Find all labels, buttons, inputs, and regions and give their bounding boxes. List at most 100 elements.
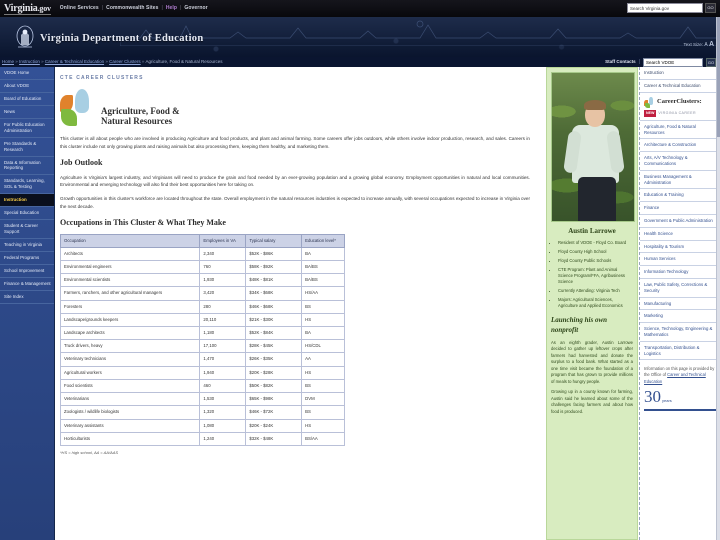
- page-eyebrow: CTE CAREER CLUSTERS: [60, 75, 144, 81]
- staff-contacts-link[interactable]: Staff Contacts: [605, 59, 636, 66]
- cluster-link-transportation-distribution-logistics[interactable]: Transportation, Distribution & Logistics: [640, 342, 720, 361]
- table-row: Truck drivers, heavy 17,100 $28K - $45K HS/…: [59, 339, 345, 354]
- table-cell: $21K - $30K: [245, 312, 303, 328]
- table-cell: 280: [199, 299, 247, 314]
- cluster-link-hospitality-tourism[interactable]: Hospitality & Tourism: [640, 241, 720, 254]
- table-column-header: Occupation: [59, 233, 201, 248]
- sidebar-item-board-of-education[interactable]: Board of Education: [0, 93, 54, 106]
- skyline-graphic: [120, 20, 720, 46]
- breadcrumb-item-career-clusters[interactable]: Career Clusters: [109, 59, 141, 64]
- vdoe-search-go-button[interactable]: GO: [706, 58, 716, 67]
- table-cell: AA: [301, 352, 345, 367]
- anniversary-sub: years: [662, 397, 672, 403]
- text-size-label: Text Size:: [683, 42, 704, 47]
- sidebar-item-finance-management[interactable]: Finance & Management: [0, 278, 54, 291]
- table-cell: $20K - $28K: [245, 365, 303, 380]
- outlook-paragraph-2: Growth opportunities in this cluster's w…: [60, 196, 530, 209]
- table-cell: 17,100: [199, 339, 247, 354]
- table-cell: 1,080: [199, 418, 247, 433]
- table-cell: 3,420: [199, 286, 247, 301]
- table-cell: Environmental engineers: [59, 259, 201, 275]
- breadcrumb-item-instruction[interactable]: Instruction: [19, 59, 40, 64]
- text-size-large-button[interactable]: A: [709, 41, 714, 48]
- sidebar-item-school-improvement[interactable]: School Improvement: [0, 265, 54, 278]
- table-row: Landscape architects 1,180 $52K - $84K BA: [59, 326, 345, 341]
- table-cell: BS: [301, 405, 345, 420]
- breadcrumb-item-home[interactable]: Home: [2, 59, 14, 64]
- rightnav-item-cte[interactable]: Career & Technical Education: [640, 80, 720, 93]
- virginia-gov-logo-text: Virginia: [4, 2, 38, 14]
- page-scrollbar[interactable]: [716, 17, 720, 540]
- cluster-link-agriculture-food-natural-resources[interactable]: Agriculture, Food & Natural Resources: [640, 121, 720, 140]
- topbar-link-governor[interactable]: Governor: [184, 5, 207, 12]
- virginia-gov-logo[interactable]: Virginia.gov: [4, 3, 51, 15]
- cluster-link-business-management-administration[interactable]: Business Management & Administration: [640, 171, 720, 190]
- cluster-link-arts-a-v-technology-communications[interactable]: Arts, A/V Technology & Communications: [640, 152, 720, 171]
- career-clusters-subrow: NEW VIRGINIA CAREER: [644, 109, 716, 117]
- virginia-gov-topbar: Virginia.gov Online Services | Commonwea…: [0, 0, 720, 17]
- table-row: Landscape/grounds keepers 20,110 $21K - $3…: [59, 312, 345, 328]
- text-size-small-button[interactable]: A: [704, 42, 707, 48]
- sidebar-item-for-public-education-administration[interactable]: For Public Education Administration: [0, 119, 54, 138]
- breadcrumb-separator: »: [15, 58, 18, 64]
- vdoe-title: Virginia Department of Education: [40, 33, 204, 44]
- anniversary-logo: 30 years: [640, 387, 720, 409]
- cluster-link-finance[interactable]: Finance: [640, 202, 720, 215]
- sidebar-item-teaching-in-virginia[interactable]: Teaching in Virginia: [0, 239, 54, 252]
- table-row: Zoologists / wildlife biologists 1,320 $46…: [59, 405, 345, 420]
- cluster-link-health-science[interactable]: Health Science: [640, 228, 720, 241]
- left-sidebar-nav: VDOE Home About VDOE Board of Education New…: [0, 67, 55, 540]
- cluster-link-education-training[interactable]: Education & Training: [640, 189, 720, 203]
- leaf-blue-icon: [75, 89, 89, 114]
- cluster-link-information-technology[interactable]: Information Technology: [640, 266, 720, 279]
- vdoe-search-input[interactable]: [643, 58, 703, 67]
- cluster-link-manufacturing[interactable]: Manufacturing: [640, 298, 720, 311]
- cluster-title-line1: Agriculture, Food &: [101, 106, 180, 117]
- table-cell: $26K - $35K: [245, 352, 303, 367]
- table-cell: $52K - $86K: [245, 246, 303, 261]
- cluster-link-government-public-administration[interactable]: Government & Public Administration: [640, 215, 720, 228]
- student-feature-panel: Austin Larrowe Resident of VDOE - Floyd …: [546, 67, 638, 540]
- vdoe-seal-icon: [16, 25, 34, 48]
- table-cell: 1,320: [199, 405, 247, 420]
- cluster-logo: Agriculture, Food & Natural Resources: [60, 89, 530, 127]
- breadcrumb-item-current: Agriculture, Food & Natural Resources: [145, 58, 223, 64]
- sidebar-item-pre-standards-research[interactable]: Pre Standards & Research: [0, 138, 54, 157]
- sidebar-item-news[interactable]: News: [0, 106, 54, 119]
- sidebar-item-federal-programs[interactable]: Federal Programs: [0, 252, 54, 265]
- table-cell: BA/BS: [301, 259, 345, 275]
- table-column-header: Typical salary: [245, 233, 303, 248]
- sidebar-item-site-index[interactable]: Site Index: [0, 291, 54, 304]
- cluster-link-law-public-safety-corrections-security[interactable]: Law, Public Safety, Corrections & Securi…: [640, 279, 720, 298]
- breadcrumb-item-cte[interactable]: Career & Technical Education: [45, 59, 104, 64]
- table-row: Farmers, ranchers, and other agricultura…: [59, 286, 345, 301]
- sidebar-item-special-education[interactable]: Special Education: [0, 207, 54, 221]
- text-size-control: Text Size: A A: [684, 40, 714, 50]
- table-row: Veterinary technicians 1,470 $26K - $35K AA: [59, 352, 345, 367]
- sidebar-item-standards-learning-sol-testing[interactable]: Standards, Learning, SOL & Testing: [0, 175, 54, 195]
- sidebar-item-data-information-reporting[interactable]: Data & Information Reporting: [0, 157, 54, 176]
- table-cell: $48K - $81K: [245, 273, 303, 288]
- cluster-link-human-services[interactable]: Human Services: [640, 253, 720, 267]
- sidebar-item-student-career-support[interactable]: Student & Career Support: [0, 220, 54, 239]
- outlook-paragraph-1: Agriculture is Virginia's largest indust…: [60, 174, 530, 187]
- table-cell: $28K - $45K: [245, 339, 303, 354]
- career-clusters-header: CareerClusters: NEW VIRGINIA CAREER: [640, 93, 720, 121]
- virginia-gov-search-go-button[interactable]: GO: [705, 3, 716, 13]
- table-cell: Veterinary assistants: [59, 418, 201, 433]
- rightnav-item-instruction[interactable]: Instruction: [640, 67, 720, 80]
- virginia-gov-search-input[interactable]: [627, 3, 703, 13]
- topbar-link-online-services[interactable]: Online Services: [60, 5, 99, 12]
- table-cell: BS: [301, 299, 345, 314]
- sidebar-item-about-vdoe[interactable]: About VDOE: [0, 80, 54, 93]
- sidebar-item-instruction[interactable]: Instruction: [0, 194, 54, 208]
- topbar-link-help[interactable]: Help: [166, 5, 177, 12]
- topbar-separator: |: [161, 4, 163, 11]
- cluster-link-science-technology-engineering-mathematics[interactable]: Science, Technology, Engineering & Mathe…: [640, 323, 720, 342]
- cluster-link-marketing[interactable]: Marketing: [640, 310, 720, 324]
- sidebar-item-vdoe-home[interactable]: VDOE Home: [0, 67, 54, 80]
- topbar-link-commonwealth-sites[interactable]: Commonwealth Sites: [106, 5, 158, 12]
- table-cell: HS/CDL: [301, 339, 345, 354]
- cluster-link-architecture-construction[interactable]: Architecture & Construction: [640, 139, 720, 153]
- table-cell: 20,110: [199, 312, 247, 328]
